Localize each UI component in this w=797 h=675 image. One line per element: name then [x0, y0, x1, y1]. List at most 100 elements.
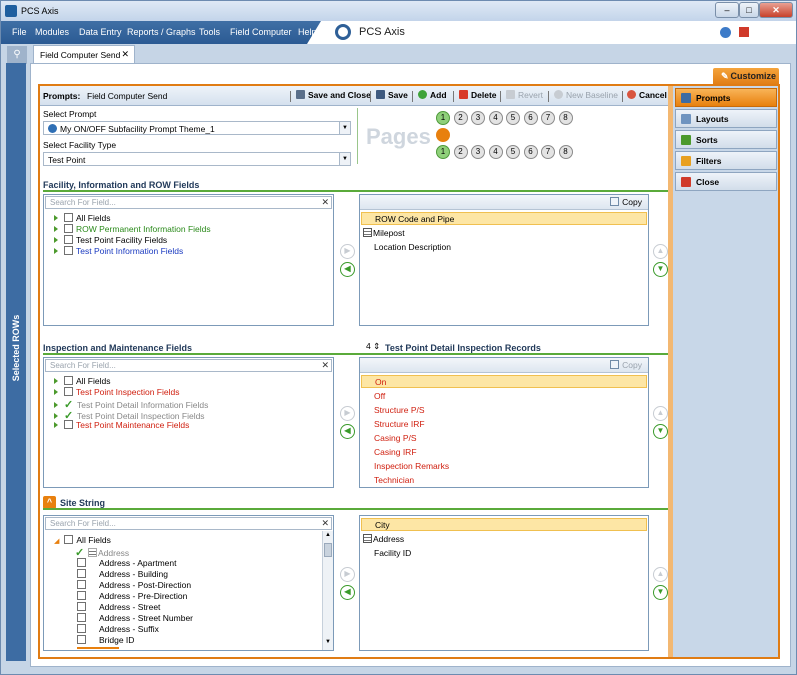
help-icon[interactable] [720, 27, 731, 38]
select-facility-dropdown[interactable]: Test Point ▼ [43, 152, 351, 166]
selected-field-row[interactable]: Inspection Remarks [374, 461, 449, 471]
selected-field-row[interactable]: Milepost [363, 228, 405, 238]
checkbox[interactable] [77, 591, 86, 600]
page-6-button[interactable]: 6 [523, 145, 538, 159]
tree-item-all-fields[interactable]: ◢ All Fields [54, 535, 111, 545]
move-right-icon[interactable]: ▶ [340, 406, 355, 421]
selected-field-row[interactable]: Off [374, 391, 385, 401]
panel-prompts-button[interactable]: Prompts [675, 88, 777, 107]
checkbox[interactable] [64, 224, 73, 233]
records-count-stepper[interactable]: 4 ⇕ [366, 341, 380, 352]
delete-button[interactable]: Delete [459, 90, 497, 100]
expand-icon[interactable] [54, 226, 58, 232]
move-right-icon[interactable]: ▶ [340, 244, 355, 259]
tree-item-field[interactable]: Address - Suffix [77, 624, 159, 634]
tree-item-all-fields[interactable]: All Fields [54, 213, 110, 223]
inspection-search-input[interactable]: Search For Field... ✕ [45, 359, 332, 372]
selected-field-row[interactable]: Technician [374, 475, 414, 485]
checkbox[interactable] [77, 580, 86, 589]
selected-field-row[interactable]: Structure IRF [374, 419, 425, 429]
page-1-button[interactable]: 1 [436, 111, 450, 125]
tree-item-field[interactable]: Address - Pre-Direction [77, 591, 187, 601]
scroll-thumb[interactable] [324, 543, 332, 557]
save-and-close-button[interactable]: Save and Close [296, 90, 371, 100]
tab-field-computer-send[interactable]: Field Computer Send ✕ [33, 45, 135, 64]
page-4-button[interactable]: 4 [488, 111, 503, 125]
panel-layouts-button[interactable]: Layouts [675, 109, 777, 128]
menu-field-computer[interactable]: Field Computer [230, 27, 292, 37]
tab-close-icon[interactable]: ✕ [121, 49, 129, 60]
panel-filters-button[interactable]: Filters [675, 151, 777, 170]
move-left-icon[interactable]: ◀ [340, 424, 355, 439]
close-window-button[interactable]: ✕ [759, 2, 793, 18]
customize-button[interactable]: ✎ Customize [713, 68, 779, 85]
move-up-icon[interactable]: ▲ [653, 244, 668, 259]
move-down-icon[interactable]: ▼ [653, 262, 668, 277]
tree-item-field[interactable]: Address - Street [77, 602, 160, 612]
selected-field-row[interactable]: Address [363, 534, 404, 544]
scroll-up-icon[interactable]: ▲ [324, 532, 332, 541]
site-string-search-input[interactable]: Search For Field... ✕ [45, 517, 332, 530]
expand-icon[interactable] [54, 215, 58, 221]
checkbox[interactable] [64, 376, 73, 385]
page-1-button[interactable]: 1 [436, 145, 450, 159]
checkbox[interactable] [77, 635, 86, 644]
tree-item-maintenance-fields[interactable]: Test Point Maintenance Fields [54, 420, 189, 430]
expand-icon[interactable] [54, 389, 58, 395]
panel-sorts-button[interactable]: Sorts [675, 130, 777, 149]
logout-icon[interactable] [739, 27, 749, 37]
checkbox[interactable] [77, 613, 86, 622]
clear-search-icon[interactable]: ✕ [321, 518, 329, 529]
move-left-icon[interactable]: ◀ [340, 262, 355, 277]
page-6-button[interactable]: 6 [523, 111, 538, 125]
page-4-button[interactable]: 4 [488, 145, 503, 159]
cancel-button[interactable]: Cancel [627, 90, 667, 100]
new-baseline-button[interactable]: New Baseline [554, 90, 618, 100]
checkbox[interactable] [77, 558, 86, 567]
selected-field-row[interactable]: Casing P/S [374, 433, 417, 443]
maximize-button[interactable]: □ [739, 2, 759, 18]
selected-field-row[interactable]: Facility ID [374, 548, 411, 558]
checkbox[interactable] [77, 624, 86, 633]
page-8-button[interactable]: 8 [558, 111, 573, 125]
facility-search-input[interactable]: Search For Field... ✕ [45, 196, 332, 209]
page-2-button[interactable]: 2 [453, 111, 468, 125]
menu-tools[interactable]: Tools [199, 27, 220, 37]
checkbox[interactable] [64, 387, 73, 396]
move-right-icon[interactable]: ▶ [340, 567, 355, 582]
checkbox[interactable] [64, 213, 73, 222]
checkbox[interactable] [64, 535, 74, 544]
minimize-button[interactable]: ‒ [715, 2, 739, 18]
panel-close-button[interactable]: Close [675, 172, 777, 191]
page-8-button[interactable]: 8 [558, 145, 573, 159]
revert-button[interactable]: Revert [506, 90, 543, 100]
selected-field-row[interactable]: City [361, 518, 647, 531]
tree-item-field[interactable]: Address - Street Number [77, 613, 193, 623]
page-5-button[interactable]: 5 [506, 145, 520, 159]
tree-item-inspection-fields[interactable]: Test Point Inspection Fields [54, 387, 179, 397]
clear-search-icon[interactable]: ✕ [321, 197, 329, 208]
page-7-button[interactable]: 7 [541, 145, 555, 159]
tree-item-facility-fields[interactable]: Test Point Facility Fields [54, 235, 167, 245]
expand-icon[interactable] [54, 237, 58, 243]
save-button[interactable]: Save [376, 90, 408, 100]
add-button[interactable]: Add [418, 90, 447, 100]
tree-item-field[interactable]: Address - Post-Direction [77, 580, 191, 590]
move-up-icon[interactable]: ▲ [653, 567, 668, 582]
checkbox[interactable] [64, 420, 73, 429]
move-down-icon[interactable]: ▼ [653, 585, 668, 600]
selected-field-row[interactable]: Location Description [374, 242, 451, 252]
stepper-icon[interactable]: ⇕ [373, 341, 380, 351]
move-down-icon[interactable]: ▼ [653, 424, 668, 439]
checkbox[interactable] [77, 602, 86, 611]
selected-field-row[interactable]: Casing IRF [374, 447, 417, 457]
tree-item-row-permanent[interactable]: ROW Permanent Information Fields [54, 224, 211, 234]
search-icon[interactable]: ⚲ [7, 46, 27, 64]
copy-button[interactable]: Copy [610, 197, 642, 207]
tree-item-field[interactable]: Address - Apartment [77, 558, 176, 568]
expanded-icon[interactable]: ◢ [54, 537, 59, 545]
expand-icon[interactable] [54, 248, 58, 254]
checkbox[interactable] [77, 569, 86, 578]
select-prompt-dropdown[interactable]: My ON/OFF Subfacility Prompt Theme_1 ▼ [43, 121, 351, 135]
selected-field-row[interactable]: On [361, 375, 647, 388]
